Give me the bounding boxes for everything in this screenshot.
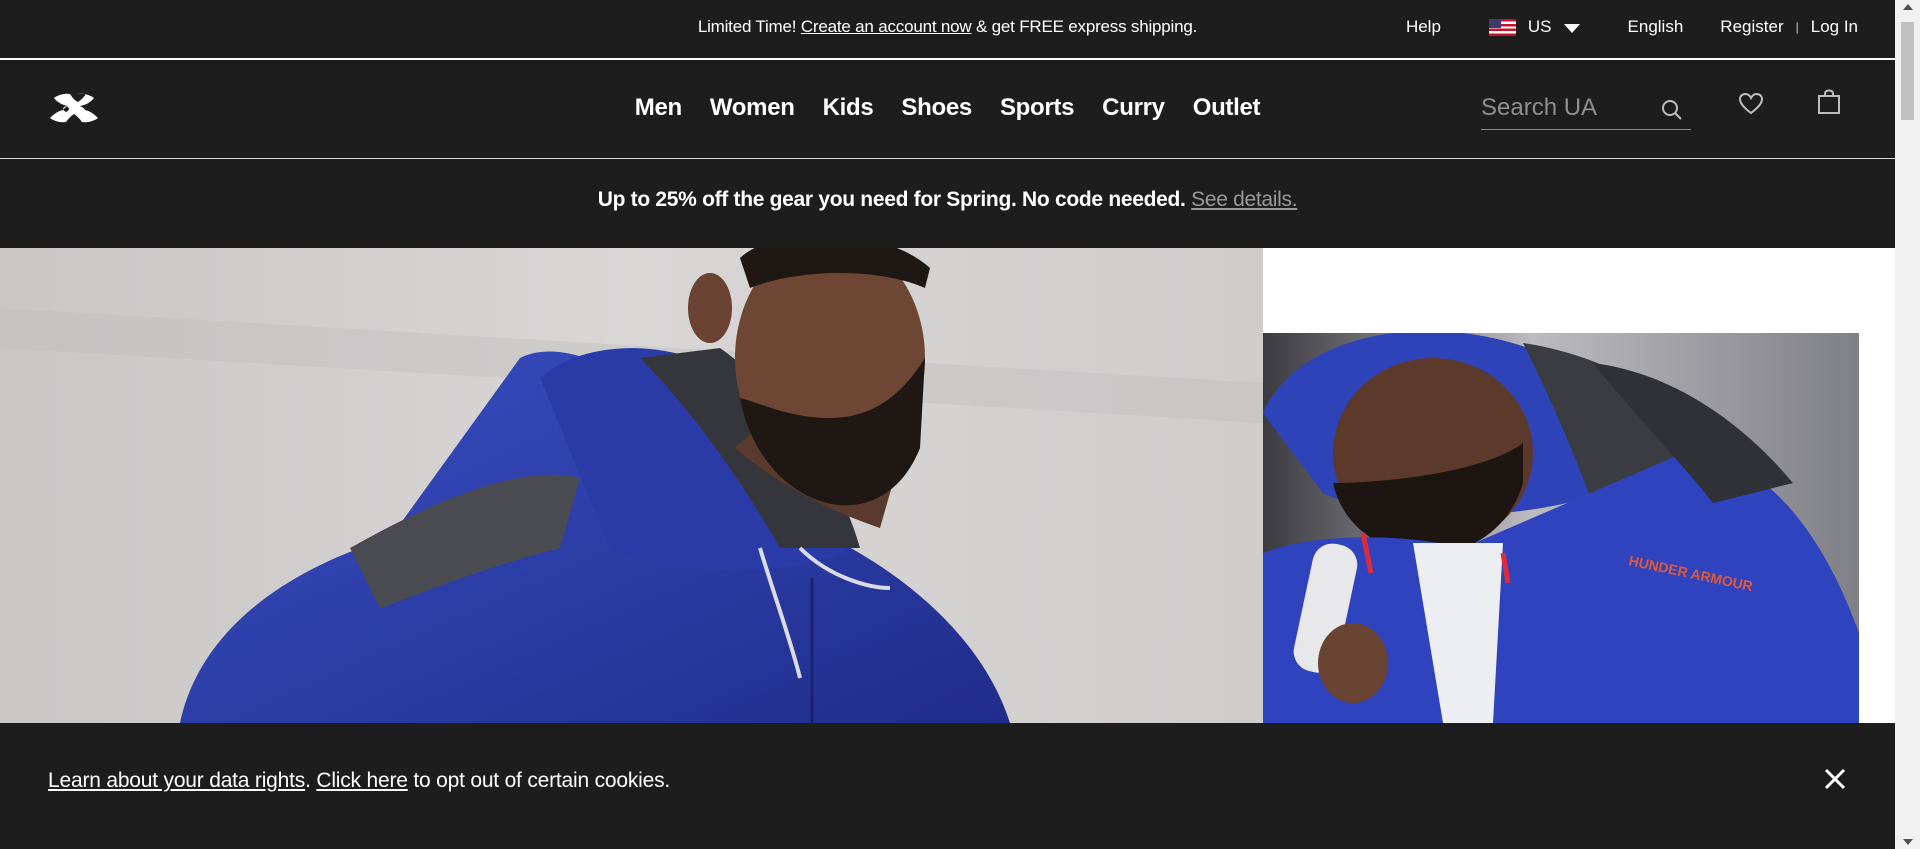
create-account-link[interactable]: Create an account now	[801, 17, 972, 36]
see-details-link[interactable]: See details.	[1191, 188, 1297, 211]
hero-main-image[interactable]	[0, 248, 1263, 723]
nav-sports[interactable]: Sports	[1000, 94, 1075, 122]
cookie-message: Learn about your data rights. Click here…	[48, 769, 670, 793]
hero-secondary-image[interactable]: HUNDER ARMOUR	[1263, 333, 1859, 723]
close-icon[interactable]	[1822, 766, 1848, 792]
link-separator: |	[1795, 20, 1799, 34]
opt-out-link[interactable]: Click here	[316, 769, 408, 792]
nav-outlet[interactable]: Outlet	[1193, 94, 1261, 122]
country-selector[interactable]: US	[1488, 17, 1580, 37]
cookie-consent-bar: Learn about your data rights. Click here…	[0, 723, 1895, 849]
language-selector[interactable]: English	[1628, 17, 1684, 37]
search-box	[1481, 88, 1691, 130]
utility-links: Help US English Register | Log In	[1406, 16, 1858, 38]
chevron-down-icon	[1563, 23, 1580, 33]
scroll-up-arrow-icon[interactable]	[1903, 4, 1913, 10]
heart-icon[interactable]	[1738, 92, 1764, 116]
hero-athlete-illustration	[0, 248, 1263, 723]
main-navigation: Men Women Kids Shoes Sports Curry Outlet	[0, 62, 1895, 159]
us-flag-icon	[1488, 18, 1516, 36]
data-rights-link[interactable]: Learn about your data rights	[48, 769, 305, 792]
scroll-down-arrow-icon[interactable]	[1903, 839, 1913, 845]
login-link[interactable]: Log In	[1811, 17, 1858, 37]
cookie-between: .	[305, 769, 317, 792]
nav-curry[interactable]: Curry	[1102, 94, 1165, 122]
search-input[interactable]	[1481, 88, 1651, 128]
promo-prefix: Limited Time!	[697, 17, 801, 36]
nav-shoes[interactable]: Shoes	[901, 94, 972, 122]
promo-suffix: & get FREE express shipping.	[971, 17, 1198, 36]
nav-women[interactable]: Women	[710, 94, 795, 122]
nav-kids[interactable]: Kids	[823, 94, 874, 122]
register-link[interactable]: Register	[1720, 17, 1783, 37]
utility-bar: Limited Time! Create an account now & ge…	[0, 0, 1895, 60]
scroll-thumb[interactable]	[1901, 22, 1914, 120]
sale-message: Up to 25% off the gear you need for Spri…	[0, 188, 1895, 212]
hero-section: HUNDER ARMOUR	[0, 248, 1895, 723]
cookie-suffix: to opt out of certain cookies.	[407, 769, 671, 792]
nav-men[interactable]: Men	[635, 94, 682, 122]
help-link[interactable]: Help	[1406, 17, 1441, 37]
page-scrollbar[interactable]	[1895, 0, 1920, 849]
shopping-bag-icon[interactable]	[1817, 89, 1841, 115]
sale-banner: Up to 25% off the gear you need for Spri…	[0, 160, 1895, 248]
sale-text: Up to 25% off the gear you need for Spri…	[597, 188, 1192, 211]
hero-secondary-illustration: HUNDER ARMOUR	[1263, 333, 1859, 723]
country-label: US	[1527, 17, 1552, 36]
search-icon[interactable]	[1661, 99, 1683, 121]
